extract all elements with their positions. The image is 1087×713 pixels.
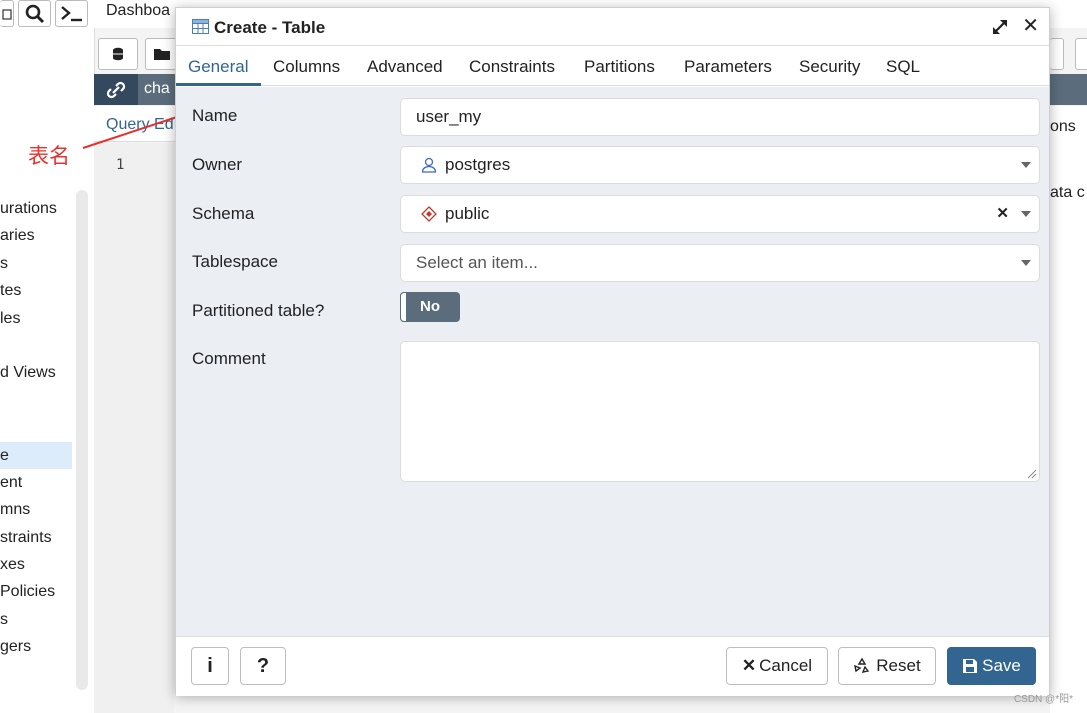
active-tab-indicator: [176, 83, 261, 86]
tree-item[interactable]: s: [0, 250, 72, 277]
open-file-button[interactable]: [145, 38, 177, 70]
close-icon: ✕: [741, 656, 757, 675]
cancel-button[interactable]: ✕ Cancel: [726, 647, 828, 685]
annotation-label: 表名: [28, 144, 70, 168]
chevron-down-icon: [1021, 260, 1031, 266]
browser-tree: urations aries s tes les d Views e ent mns strain…: [0, 195, 72, 661]
name-input[interactable]: user_my: [400, 98, 1040, 136]
toggle-state-label: No: [420, 298, 440, 315]
tree-item[interactable]: mns: [0, 496, 72, 523]
tree-item[interactable]: tes: [0, 277, 72, 304]
expand-icon[interactable]: [991, 18, 1009, 36]
database-icon: [113, 47, 123, 61]
chevron-down-icon: [1021, 162, 1031, 168]
schema-select[interactable]: public ✕: [400, 195, 1040, 233]
tree-scrollbar[interactable]: [76, 190, 88, 690]
right-panel-text: ata c: [1050, 184, 1085, 201]
tree-item[interactable]: xes: [0, 551, 72, 578]
help-icon: ?: [256, 654, 270, 677]
tree-item[interactable]: Policies: [0, 578, 72, 605]
toolbar-right-button-2[interactable]: [1075, 38, 1087, 70]
tab-sql[interactable]: SQL: [886, 57, 920, 77]
help-button[interactable]: ?: [240, 647, 286, 685]
reset-label: Reset: [876, 656, 921, 675]
comment-textarea[interactable]: [400, 341, 1040, 482]
folder-icon: [153, 49, 170, 60]
connection-label: cha: [144, 80, 170, 97]
save-label: Save: [982, 656, 1021, 675]
dialog-footer: i ? ✕ Cancel Reset Save: [176, 636, 1049, 696]
toggle-knob: [400, 292, 407, 322]
tree-item[interactable]: aries: [0, 222, 72, 249]
tablespace-placeholder: Select an item...: [416, 253, 538, 272]
close-icon[interactable]: ✕: [1022, 16, 1039, 36]
recycle-icon: [854, 657, 870, 673]
name-label: Name: [192, 106, 238, 125]
tree-item[interactable]: gers: [0, 633, 72, 660]
line-number: 1: [116, 157, 125, 173]
dialog-body: Name user_my Owner postgres Schema publi…: [176, 87, 1049, 636]
tablespace-select[interactable]: Select an item...: [400, 244, 1040, 282]
reset-button[interactable]: Reset: [838, 647, 936, 685]
tablespace-label: Tablespace: [192, 252, 279, 271]
clear-icon[interactable]: ✕: [996, 204, 1009, 222]
search-button[interactable]: [18, 0, 51, 27]
info-button[interactable]: i: [191, 647, 229, 685]
tab-constraints[interactable]: Constraints: [469, 57, 555, 77]
tab-general[interactable]: General: [188, 57, 248, 77]
right-panel: ons ata c: [1050, 106, 1087, 713]
terminal-button[interactable]: [55, 0, 88, 27]
tree-item[interactable]: urations: [0, 195, 72, 222]
terminal-icon: [60, 5, 82, 21]
tree-item[interactable]: s: [0, 606, 72, 633]
schema-label: Schema: [192, 204, 255, 223]
table-icon: [1, 8, 12, 20]
owner-label: Owner: [192, 155, 243, 174]
connection-status-icon[interactable]: [94, 74, 138, 105]
editor-gutter: 1: [94, 143, 174, 713]
tab-partitions[interactable]: Partitions: [584, 57, 655, 77]
search-icon: [25, 4, 44, 23]
partitioned-toggle[interactable]: No: [400, 292, 460, 322]
cancel-label: Cancel: [759, 656, 813, 675]
resize-handle-icon[interactable]: [1027, 469, 1037, 479]
comment-label: Comment: [192, 349, 266, 368]
user-icon: [421, 157, 437, 173]
right-tab-label[interactable]: ons: [1050, 118, 1076, 136]
floppy-disk-icon: [963, 659, 978, 673]
name-value: user_my: [416, 107, 482, 126]
dialog-header[interactable]: Create - Table ✕: [176, 8, 1049, 46]
tab-columns[interactable]: Columns: [273, 57, 340, 77]
query-tool-db-button[interactable]: [98, 38, 138, 70]
owner-value: postgres: [445, 155, 511, 174]
create-table-dialog: Create - Table ✕ General Columns Advance…: [175, 7, 1050, 696]
save-button[interactable]: Save: [947, 647, 1036, 685]
schema-value: public: [445, 204, 490, 223]
watermark: CSDN @*阳*: [1013, 694, 1073, 705]
tree-item[interactable]: ent: [0, 469, 72, 496]
owner-select[interactable]: postgres: [400, 146, 1040, 184]
tree-item[interactable]: [0, 387, 72, 414]
tree-item[interactable]: les: [0, 305, 72, 332]
chevron-down-icon: [1021, 211, 1031, 217]
tab-parameters[interactable]: Parameters: [684, 57, 772, 77]
tree-item[interactable]: [0, 332, 72, 359]
dialog-title: Create - Table: [214, 18, 326, 37]
schema-icon: [421, 206, 437, 222]
top-tabs[interactable]: Dashboa: [106, 2, 170, 20]
tab-security[interactable]: Security: [799, 57, 860, 77]
tree-item[interactable]: straints: [0, 524, 72, 551]
toolbar-partial-button[interactable]: [0, 0, 14, 27]
tab-advanced[interactable]: Advanced: [367, 57, 443, 77]
tree-item[interactable]: [0, 414, 72, 441]
tree-item[interactable]: e: [0, 441, 72, 469]
tree-item[interactable]: d Views: [0, 359, 72, 386]
info-icon: i: [207, 654, 213, 677]
link-broken-icon: [106, 81, 126, 98]
table-icon: [192, 19, 209, 34]
toolbar-right-button[interactable]: [1050, 38, 1064, 70]
dialog-tabs: General Columns Advanced Constraints Par…: [176, 46, 1049, 86]
partitioned-label: Partitioned table?: [192, 301, 325, 320]
